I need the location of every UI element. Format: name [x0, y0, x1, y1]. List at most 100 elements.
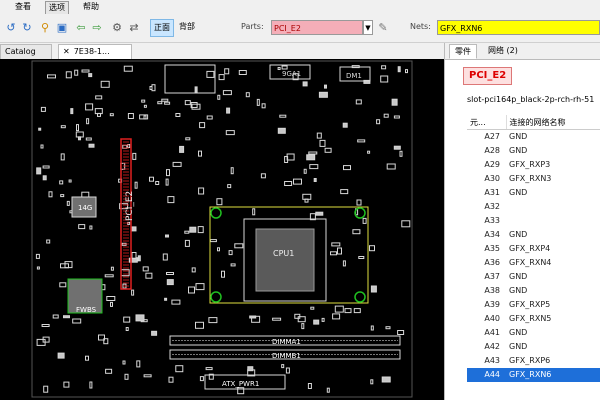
- table-row[interactable]: A31 GND: [467, 186, 600, 200]
- smd-component: [195, 321, 204, 329]
- smd-component: [279, 114, 287, 118]
- smd-component: [321, 317, 325, 322]
- smd-component: [185, 137, 191, 141]
- table-row[interactable]: A42 GND: [467, 340, 600, 354]
- smd-component: [277, 127, 286, 134]
- table-row[interactable]: A27 GND: [467, 130, 600, 145]
- board-view[interactable]: 9GA1 DM1 PCI_E2 14G FWBS CPU1 DIMMA1 DIM…: [0, 59, 444, 400]
- arrow-right-icon[interactable]: ⇨: [90, 21, 104, 35]
- parts-dropdown-chevron-icon[interactable]: ▼: [363, 20, 373, 35]
- net-cell: GND: [509, 132, 528, 141]
- tab-net[interactable]: 网络 (2): [483, 44, 523, 59]
- smd-component: [225, 130, 235, 136]
- smd-component: [334, 305, 344, 313]
- smd-component: [89, 225, 93, 230]
- smd-component: [306, 154, 316, 161]
- smd-component: [122, 360, 126, 365]
- menu-view[interactable]: 查看: [12, 1, 34, 13]
- smd-component: [141, 99, 146, 103]
- smd-component: [124, 373, 129, 380]
- pin-cell: A27: [484, 132, 500, 141]
- smd-component: [136, 360, 141, 368]
- smd-component: [342, 260, 346, 267]
- smd-component: [110, 266, 114, 271]
- smd-component: [383, 113, 389, 118]
- smd-component: [247, 366, 254, 372]
- smd-component: [216, 198, 223, 206]
- smd-component: [277, 67, 281, 70]
- smd-component: [324, 84, 327, 89]
- smd-component: [356, 199, 362, 206]
- smd-component: [164, 101, 171, 105]
- smd-component: [205, 367, 213, 371]
- front-side-toggle[interactable]: 正面: [150, 19, 174, 37]
- smd-component: [209, 239, 217, 243]
- smd-component: [302, 193, 312, 200]
- pin-cell: A28: [484, 146, 500, 155]
- clear-icon[interactable]: ✎: [376, 21, 390, 35]
- table-row[interactable]: A43 GFX_RXP6: [467, 354, 600, 368]
- table-row[interactable]: A38 GND: [467, 284, 600, 298]
- pin-cell: A37: [484, 272, 500, 281]
- toolbar: ↺ ↻ ⚲ ▣ ⇦ ⇨ ⚙ ⇄ 正面 背部 Parts: PCI_E2 ▼ ✎ …: [0, 14, 600, 43]
- settings-icon[interactable]: ⚙: [110, 21, 124, 35]
- table-row[interactable]: A35 GFX_RXP4: [467, 242, 600, 256]
- menu-help[interactable]: 帮助: [80, 1, 102, 13]
- smd-component: [36, 167, 42, 175]
- refresh-icon[interactable]: ↻: [20, 21, 34, 35]
- label-dimm-a1: DIMMA1: [272, 338, 301, 346]
- nets-search-field[interactable]: GFX_RXN6: [437, 20, 600, 35]
- table-row[interactable]: A34 GND: [467, 228, 600, 242]
- smd-component: [315, 211, 324, 216]
- back-side-toggle[interactable]: 背部: [176, 19, 198, 35]
- back-icon[interactable]: ↺: [4, 21, 18, 35]
- flip-icon[interactable]: ⇄: [127, 21, 141, 35]
- smd-component: [81, 69, 90, 73]
- smd-component: [230, 263, 236, 267]
- table-row[interactable]: A41 GND: [467, 326, 600, 340]
- table-row[interactable]: A40 GFX_RXN5: [467, 312, 600, 326]
- tab-board-file[interactable]: ✕ 7E38-1...: [58, 44, 132, 59]
- smd-component: [391, 98, 398, 106]
- smd-component: [401, 220, 411, 228]
- close-icon[interactable]: ✕: [63, 47, 70, 56]
- smd-component: [310, 306, 315, 310]
- smd-component: [86, 118, 90, 125]
- table-row[interactable]: A29 GFX_RXP3: [467, 158, 600, 172]
- fit-icon[interactable]: ▣: [55, 21, 69, 35]
- smd-component: [135, 314, 145, 322]
- table-row[interactable]: A36 GFX_RXN4: [467, 256, 600, 270]
- smd-component: [165, 234, 169, 238]
- smd-component: [370, 285, 377, 293]
- smd-component: [35, 253, 40, 259]
- smd-component: [40, 106, 46, 112]
- smd-component: [281, 65, 288, 70]
- table-row[interactable]: A30 GFX_RXN3: [467, 172, 600, 186]
- smd-component: [194, 86, 198, 94]
- smd-component: [208, 317, 218, 324]
- smd-component: [340, 189, 349, 195]
- pin-column-header[interactable]: 元...: [467, 115, 507, 130]
- table-row[interactable]: A39 GFX_RXP5: [467, 298, 600, 312]
- table-row[interactable]: A32: [467, 200, 600, 214]
- table-row[interactable]: A37 GND: [467, 270, 600, 284]
- tab-part[interactable]: 零件: [449, 44, 477, 59]
- smd-component: [307, 383, 312, 389]
- smd-component: [337, 247, 342, 255]
- pin-cell: A38: [484, 286, 500, 295]
- table-row[interactable]: A33: [467, 214, 600, 228]
- zoom-in-icon[interactable]: ⚲: [38, 21, 52, 35]
- smd-component: [357, 139, 366, 143]
- net-column-header[interactable]: 连接的网络名称: [506, 115, 600, 130]
- menu-options[interactable]: 选项: [45, 1, 69, 15]
- pcb-canvas[interactable]: 9GA1 DM1 PCI_E2 14G FWBS CPU1 DIMMA1 DIM…: [0, 59, 444, 400]
- table-row[interactable]: A28 GND: [467, 144, 600, 158]
- smd-component: [353, 308, 361, 314]
- table-row[interactable]: A44 GFX_RXN6: [467, 368, 600, 382]
- smd-component: [131, 252, 137, 259]
- parts-search-field[interactable]: PCI_E2: [271, 20, 363, 35]
- tab-catalog[interactable]: Catalog: [0, 44, 52, 59]
- arrow-left-icon[interactable]: ⇦: [74, 21, 88, 35]
- smd-component: [309, 164, 319, 170]
- pin-cell: A39: [484, 300, 500, 309]
